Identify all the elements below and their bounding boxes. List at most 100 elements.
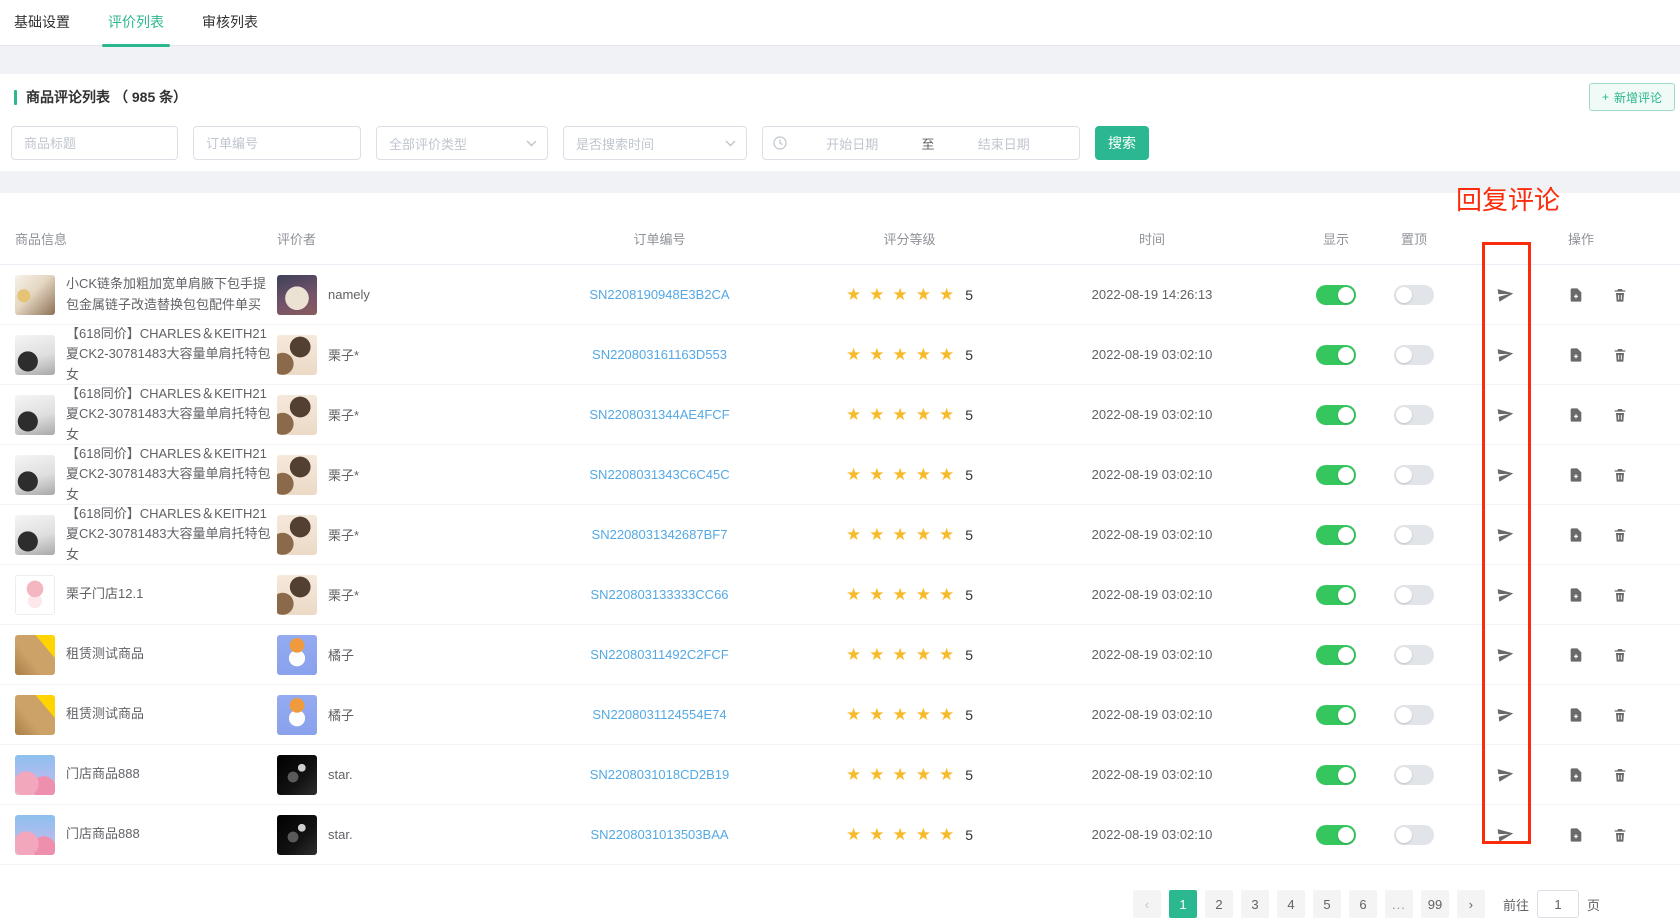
date-separator: 至 [918, 134, 939, 153]
file-add-icon[interactable] [1568, 827, 1584, 843]
reply-send-icon[interactable] [1497, 646, 1514, 663]
trash-icon[interactable] [1612, 287, 1628, 303]
pagination-prev-button[interactable]: ‹ [1133, 890, 1161, 918]
pin-top-toggle[interactable] [1394, 525, 1434, 545]
pin-top-toggle[interactable] [1394, 645, 1434, 665]
reply-send-icon[interactable] [1497, 826, 1514, 843]
file-add-icon[interactable] [1568, 467, 1584, 483]
reviewer-cell: 橘子 [277, 635, 507, 675]
order-number-input[interactable] [193, 126, 361, 160]
product-cell: 【618同价】CHARLES＆KEITH21夏CK2-30781483大容量单肩… [15, 324, 277, 384]
rating-value: 5 [965, 647, 973, 663]
reply-send-icon[interactable] [1497, 286, 1514, 303]
show-toggle[interactable] [1316, 285, 1356, 305]
order-number-link[interactable]: SN220803133333CC66 [590, 587, 728, 602]
tab-review-list[interactable]: 评价列表 [108, 0, 164, 46]
pin-top-toggle[interactable] [1394, 705, 1434, 725]
reviewer-cell: 栗子* [277, 395, 507, 435]
reply-send-icon[interactable] [1497, 466, 1514, 483]
order-number-link[interactable]: SN2208031344AE4FCF [589, 407, 729, 422]
page-button-2[interactable]: 2 [1205, 890, 1233, 918]
section-header: 商品评论列表 （ 985 条） [14, 87, 187, 107]
reply-send-icon[interactable] [1497, 706, 1514, 723]
product-title-input[interactable] [11, 126, 178, 160]
show-toggle[interactable] [1316, 525, 1356, 545]
reviewer-name: star. [328, 827, 353, 842]
pagination-ellipsis[interactable]: ... [1385, 890, 1413, 918]
tab-bar: 基础设置 评价列表 审核列表 [0, 0, 1680, 46]
product-thumbnail [15, 755, 55, 795]
star-rating-icons: ★★★★★ [846, 465, 962, 485]
file-add-icon[interactable] [1568, 587, 1584, 603]
show-toggle[interactable] [1316, 585, 1356, 605]
file-add-icon[interactable] [1568, 407, 1584, 423]
file-add-icon[interactable] [1568, 347, 1584, 363]
reply-send-icon[interactable] [1497, 766, 1514, 783]
pin-top-toggle[interactable] [1394, 825, 1434, 845]
reply-send-icon[interactable] [1497, 526, 1514, 543]
file-add-icon[interactable] [1568, 647, 1584, 663]
page-button-3[interactable]: 3 [1241, 890, 1269, 918]
page-button-4[interactable]: 4 [1277, 890, 1305, 918]
order-number-link[interactable]: SN2208031124554E74 [592, 707, 726, 722]
reply-send-icon[interactable] [1497, 586, 1514, 603]
pagination-next-button[interactable]: › [1457, 890, 1485, 918]
order-number-link[interactable]: SN2208031018CD2B19 [590, 767, 730, 782]
pin-top-toggle[interactable] [1394, 585, 1434, 605]
add-review-button[interactable]: + 新增评论 [1589, 83, 1675, 111]
trash-icon[interactable] [1612, 827, 1628, 843]
order-number-link[interactable]: SN2208031343C6C45C [589, 467, 729, 482]
show-toggle[interactable] [1316, 465, 1356, 485]
reply-send-icon[interactable] [1497, 346, 1514, 363]
table-body: 小CK链条加粗加宽单肩腋下包手提包金属链子改造替换包包配件单买 namely S… [0, 265, 1680, 865]
pagination-pages: 123456... 99 [1161, 890, 1449, 918]
order-number-link[interactable]: SN2208031013503BAA [590, 827, 728, 842]
product-title: 门店商品888 [66, 764, 140, 784]
tab-audit-list[interactable]: 审核列表 [202, 0, 258, 46]
trash-icon[interactable] [1612, 647, 1628, 663]
date-range-picker[interactable]: 开始日期 至 结束日期 [762, 126, 1080, 160]
product-cell: 【618同价】CHARLES＆KEITH21夏CK2-30781483大容量单肩… [15, 444, 277, 504]
show-toggle[interactable] [1316, 405, 1356, 425]
file-add-icon[interactable] [1568, 527, 1584, 543]
file-add-icon[interactable] [1568, 707, 1584, 723]
pin-top-toggle[interactable] [1394, 345, 1434, 365]
pin-top-toggle[interactable] [1394, 405, 1434, 425]
file-add-icon[interactable] [1568, 767, 1584, 783]
show-toggle[interactable] [1316, 825, 1356, 845]
page-button-6[interactable]: 6 [1349, 890, 1377, 918]
goto-page-input[interactable] [1537, 890, 1579, 918]
pin-top-toggle[interactable] [1394, 765, 1434, 785]
time-search-select[interactable]: 是否搜索时间 [563, 126, 747, 160]
file-add-icon[interactable] [1568, 287, 1584, 303]
reply-send-icon[interactable] [1497, 406, 1514, 423]
trash-icon[interactable] [1612, 587, 1628, 603]
trash-icon[interactable] [1612, 407, 1628, 423]
order-number-link[interactable]: SN22080311492C2FCF [590, 647, 729, 662]
pin-top-toggle[interactable] [1394, 285, 1434, 305]
order-number-link[interactable]: SN2208190948E3B2CA [589, 287, 729, 302]
show-toggle[interactable] [1316, 705, 1356, 725]
page-button-5[interactable]: 5 [1313, 890, 1341, 918]
review-type-select[interactable]: 全部评价类型 [376, 126, 548, 160]
page-button-99[interactable]: 99 [1421, 890, 1449, 918]
page-button-1[interactable]: 1 [1169, 890, 1197, 918]
pin-top-toggle[interactable] [1394, 465, 1434, 485]
star-rating-icons: ★★★★★ [846, 345, 962, 365]
trash-icon[interactable] [1612, 347, 1628, 363]
show-toggle[interactable] [1316, 345, 1356, 365]
trash-icon[interactable] [1612, 527, 1628, 543]
trash-icon[interactable] [1612, 767, 1628, 783]
tab-basic-settings[interactable]: 基础设置 [14, 0, 70, 46]
chevron-down-icon [526, 136, 537, 150]
reviewer-avatar [277, 575, 317, 615]
trash-icon[interactable] [1612, 467, 1628, 483]
order-number-link[interactable]: SN220803161163D553 [592, 347, 727, 362]
show-toggle[interactable] [1316, 645, 1356, 665]
order-number-link[interactable]: SN2208031342687BF7 [592, 527, 728, 542]
show-toggle[interactable] [1316, 765, 1356, 785]
trash-icon[interactable] [1612, 707, 1628, 723]
product-thumbnail [15, 815, 55, 855]
search-button[interactable]: 搜索 [1095, 126, 1149, 160]
rating-cell: ★★★★★ 5 [812, 645, 1007, 665]
